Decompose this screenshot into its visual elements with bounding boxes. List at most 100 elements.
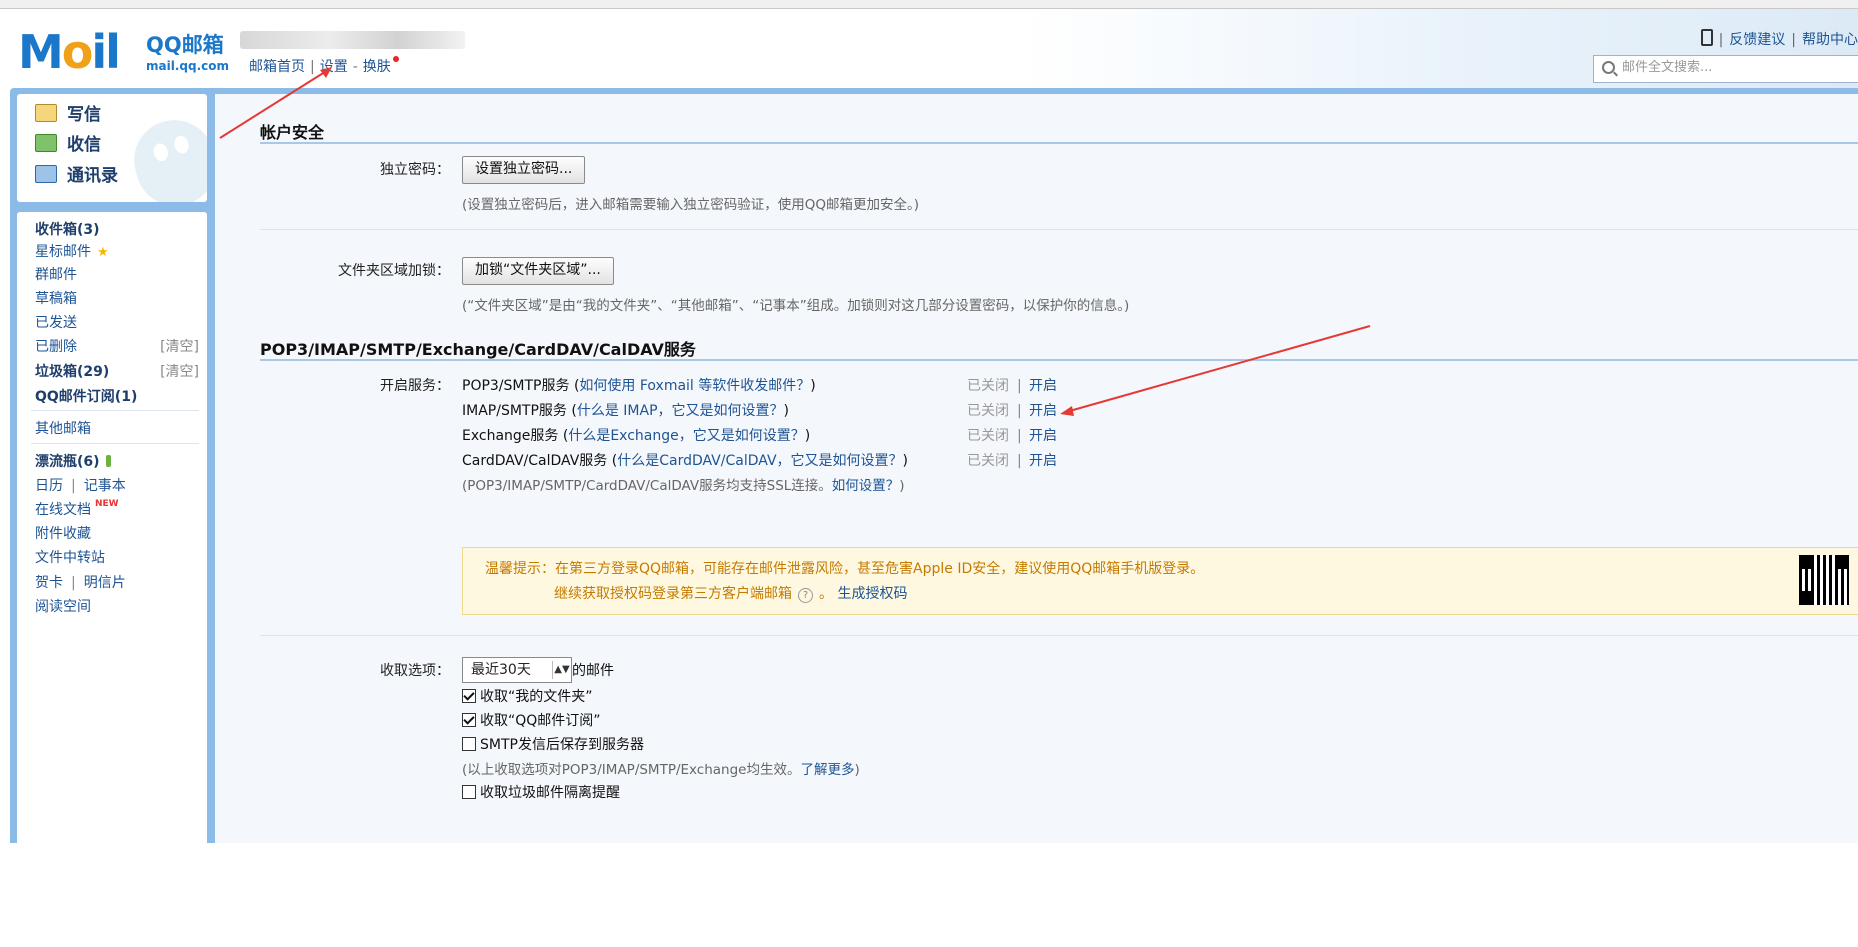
cards-link[interactable]: 贺卡 (35, 575, 63, 591)
security-warning-box: 温馨提示：在第三方登录QQ邮箱，可能存在邮件泄露风险，甚至危害Apple ID安… (462, 547, 1858, 615)
nav-skin[interactable]: 换肤 (363, 59, 391, 75)
clear-spam-link[interactable]: [清空] (160, 361, 199, 381)
divider (260, 635, 1858, 636)
service-pop3-smtp: POP3/SMTP服务 (如何使用 Foxmail 等软件收发邮件？) (462, 378, 816, 394)
independent-password-hint: (设置独立密码后，进入邮箱需要输入独立密码验证，使用QQ邮箱更加安全。) (462, 197, 920, 213)
sidebar-item-calendar-notes: 日历 | 记事本 (35, 478, 126, 494)
sidebar-item-deleted[interactable]: 已删除 (35, 336, 77, 356)
logo-brand: QQ邮箱 (146, 33, 224, 57)
option-fetch-my-folders[interactable]: 收取“我的文件夹” (462, 686, 593, 706)
independent-password-label: 独立密码： (380, 162, 450, 178)
option-fetch-subscriptions[interactable]: 收取“QQ邮件订阅” (462, 710, 601, 730)
checkbox-spam-isolation[interactable] (462, 785, 476, 799)
exchange-status: 已关闭 | (967, 428, 1022, 444)
sidebar-divider (31, 443, 199, 444)
quick-actions-panel: 写信 收信 通讯录 (17, 94, 207, 202)
carddav-help-link[interactable]: 什么是CardDAV/CalDAV，它又是如何设置？ (617, 453, 902, 469)
penguin-decoration (125, 111, 207, 202)
receive-button[interactable]: 收信 (35, 130, 101, 155)
clear-deleted-link[interactable]: [清空] (160, 336, 199, 356)
sidebar-item-subscriptions[interactable]: QQ邮件订阅(1) (35, 386, 137, 406)
contacts-button[interactable]: 通讯录 (35, 161, 118, 186)
set-independent-password-button[interactable]: 设置独立密码... (462, 156, 586, 184)
sidebar-item-sent[interactable]: 已发送 (35, 312, 77, 332)
lock-folder-area-button[interactable]: 加锁“文件夹区域”... (462, 257, 614, 285)
sidebar-item-drafts[interactable]: 草稿箱 (35, 288, 77, 308)
fetch-range-suffix: 的邮件 (572, 663, 614, 679)
sidebar-item-attachments[interactable]: 附件收藏 (35, 523, 91, 543)
header: Moil QQ邮箱 mail.qq.com 邮箱首页 | 设置 - 换肤 | 反馈建议 | 帮… (0, 9, 1858, 93)
postcards-link[interactable]: 明信片 (84, 575, 126, 591)
divider (260, 229, 1858, 230)
compose-icon (35, 104, 57, 122)
search-box[interactable] (1593, 55, 1858, 83)
option-spam-isolation[interactable]: 收取垃圾邮件隔离提醒 (462, 782, 620, 802)
write-button[interactable]: 写信 (35, 100, 101, 125)
feedback-link[interactable]: 反馈建议 (1729, 32, 1785, 48)
sidebar-item-spam[interactable]: 垃圾箱(29) (35, 361, 109, 381)
star-icon: ★ (97, 245, 109, 260)
pop3-help-link[interactable]: 如何使用 Foxmail 等软件收发邮件？ (579, 378, 810, 394)
calendar-link[interactable]: 日历 (35, 478, 63, 494)
question-mark-icon[interactable]: ? (798, 588, 813, 603)
carddav-status: 已关闭 | (967, 453, 1022, 469)
search-icon[interactable] (1602, 61, 1615, 74)
settings-main: 帐户安全 独立密码： 设置独立密码... (设置独立密码后，进入邮箱需要输入独立… (215, 94, 1858, 843)
folder-panel: 收件箱(3) 星标邮件 ★ 群邮件 草稿箱 已发送 已删除 [清空] 垃圾箱(29… (17, 212, 207, 947)
section-underline (260, 359, 1858, 361)
sidebar-item-inbox[interactable]: 收件箱(3) (35, 219, 100, 239)
warning-line-2: 继续获取授权码登录第三方客户端邮箱?。 生成授权码 (554, 586, 908, 603)
checkbox-subscriptions[interactable] (462, 713, 476, 727)
notification-dot (392, 56, 399, 62)
nav-separator: | (310, 59, 315, 75)
service-imap-smtp: IMAP/SMTP服务 (什么是 IMAP，它又是如何设置？) (462, 403, 789, 419)
ssl-hint: (POP3/IMAP/SMTP/CardDAV/CalDAV服务均支持SSL连接… (462, 478, 905, 494)
imap-open-link[interactable]: 开启 (1029, 400, 1057, 420)
ssl-howto-link[interactable]: 如何设置？ (832, 478, 900, 494)
open-services-label: 开启服务： (380, 378, 450, 394)
exchange-help-link[interactable]: 什么是Exchange，它又是如何设置？ (568, 428, 804, 444)
option-smtp-save-sent[interactable]: SMTP发信后保存到服务器 (462, 734, 644, 754)
sidebar-item-other-mailboxes[interactable]: 其他邮箱 (35, 418, 91, 438)
sidebar-item-group[interactable]: 群邮件 (35, 264, 77, 284)
checkbox-my-folders[interactable] (462, 689, 476, 703)
notes-link[interactable]: 记事本 (84, 478, 126, 494)
nav-mailbox-home[interactable]: 邮箱首页 (249, 59, 305, 75)
exchange-open-link[interactable]: 开启 (1029, 425, 1057, 445)
section-underline (260, 142, 1858, 144)
window-menu-strip (0, 0, 1858, 9)
help-center-link[interactable]: 帮助中心 (1802, 32, 1858, 48)
top-nav: 邮箱首页 | 设置 - 换肤 (249, 56, 399, 76)
sidebar-item-reading[interactable]: 阅读空间 (35, 596, 91, 616)
pop3-open-link[interactable]: 开启 (1029, 375, 1057, 395)
qr-code-icon (1799, 555, 1849, 605)
top-links: | 反馈建议 | 帮助中心 (1700, 29, 1858, 49)
select-arrow-icon: ▲▼ (552, 661, 571, 679)
learn-more-link[interactable]: 了解更多 (800, 762, 854, 778)
imap-status: 已关闭 | (967, 403, 1022, 419)
section-title-account-security: 帐户安全 (260, 123, 325, 142)
inbox-download-icon (35, 134, 57, 152)
qq-mail-logo[interactable]: Moil QQ邮箱 mail.qq.com (18, 25, 229, 83)
nav-dash: - (352, 59, 358, 75)
bottle-icon (105, 455, 111, 467)
logo-mark: Moil (18, 25, 121, 79)
fetch-range-select[interactable]: 最近30天 ▲▼ (462, 657, 572, 683)
fetch-options-hint: (以上收取选项对POP3/IMAP/SMTP/Exchange均生效。了解更多) (462, 762, 860, 778)
pop3-status: 已关闭 | (967, 378, 1022, 394)
sidebar-item-bottle[interactable]: 漂流瓶(6) (35, 451, 111, 471)
mobile-phone-icon[interactable] (1700, 29, 1713, 46)
nav-settings[interactable]: 设置 (320, 59, 348, 75)
sidebar-item-starred[interactable]: 星标邮件 ★ (35, 241, 109, 261)
fetch-options-label: 收取选项： (380, 663, 450, 679)
checkbox-smtp-save[interactable] (462, 737, 476, 751)
carddav-open-link[interactable]: 开启 (1029, 450, 1057, 470)
new-badge: NEW (95, 499, 119, 509)
search-input[interactable] (1620, 59, 1854, 76)
logo-domain: mail.qq.com (146, 59, 229, 73)
generate-auth-code-link[interactable]: 生成授权码 (837, 586, 907, 602)
sidebar-item-transfer[interactable]: 文件中转站 (35, 547, 105, 567)
imap-help-link[interactable]: 什么是 IMAP，它又是如何设置？ (577, 403, 784, 419)
sidebar-item-docs[interactable]: 在线文档 NEW (35, 499, 119, 519)
service-exchange: Exchange服务 (什么是Exchange，它又是如何设置？) (462, 428, 811, 444)
